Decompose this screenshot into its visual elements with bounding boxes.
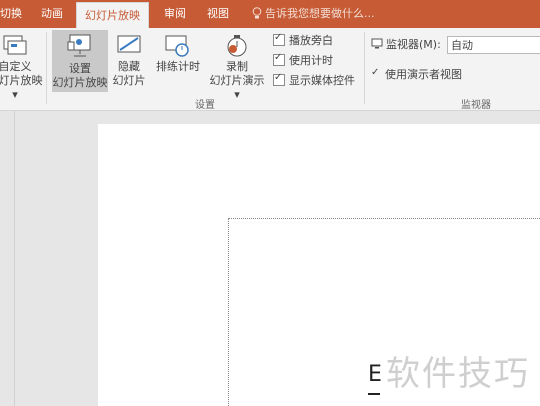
monitor-select[interactable]: 自动 bbox=[447, 36, 540, 54]
rehearse-timings-button[interactable]: 排练计时 bbox=[153, 32, 203, 74]
use-timings-checkbox[interactable]: 使用计时 bbox=[273, 52, 333, 68]
custom-slideshow-label2: 幻灯片放映 ▾ bbox=[0, 74, 43, 101]
tab-view[interactable]: 视图 bbox=[207, 0, 229, 28]
presenter-view-checkbox[interactable]: 使用演示者视图 bbox=[371, 66, 462, 82]
record-slideshow-button[interactable]: 录制 幻灯片演示 ▾ bbox=[205, 32, 269, 102]
checkbox-checked-icon bbox=[273, 52, 285, 66]
tell-me-search[interactable]: 告诉我您想要做什么... bbox=[252, 0, 375, 28]
tell-me-text: 告诉我您想要做什么... bbox=[265, 7, 375, 20]
group-label-monitors: 监视器 bbox=[461, 100, 491, 111]
record-icon bbox=[227, 35, 247, 57]
checkbox-checked-icon bbox=[273, 72, 285, 86]
tab-slideshow[interactable]: 幻灯片放映 bbox=[76, 2, 149, 30]
tab-animations[interactable]: 动画 bbox=[41, 0, 63, 28]
hide-slide-label2: 幻灯片 bbox=[112, 74, 146, 87]
group-divider bbox=[46, 32, 47, 104]
presenter-view-label: 使用演示者视图 bbox=[385, 68, 462, 81]
tab-review[interactable]: 审阅 bbox=[164, 0, 186, 28]
hide-slide-button[interactable]: 隐藏 幻灯片 bbox=[110, 32, 148, 88]
monitor-icon bbox=[371, 38, 383, 49]
hide-slide-label1: 隐藏 bbox=[118, 60, 140, 73]
use-timings-label: 使用计时 bbox=[289, 54, 333, 67]
monitor-label: 监视器(M): bbox=[371, 36, 441, 52]
checkbox-checked-icon bbox=[371, 67, 381, 80]
ribbon-tab-bar: 切换 动画 幻灯片放映 审阅 视图 告诉我您想要做什么... bbox=[0, 0, 540, 30]
setup-slideshow-button[interactable]: 设置 幻灯片放映 bbox=[52, 30, 108, 92]
checkbox-checked-icon bbox=[273, 32, 285, 46]
rehearse-timings-icon bbox=[165, 35, 189, 57]
play-narration-checkbox[interactable]: 播放旁白 bbox=[273, 32, 333, 48]
tab-transitions[interactable]: 切换 bbox=[0, 0, 22, 28]
monitor-label-text: 监视器(M): bbox=[386, 38, 441, 51]
thumbnail-pane[interactable] bbox=[0, 111, 15, 406]
setup-slideshow-label1: 设置 bbox=[69, 62, 91, 75]
group-divider bbox=[364, 32, 365, 104]
custom-slideshow-label1: 自定义 bbox=[0, 60, 32, 73]
slide-typed-text: E bbox=[368, 362, 382, 387]
custom-slideshow-icon bbox=[3, 35, 27, 55]
lightbulb-icon bbox=[252, 7, 262, 19]
play-narration-label: 播放旁白 bbox=[289, 34, 333, 47]
hide-slide-icon bbox=[117, 35, 141, 53]
rehearse-timings-label: 排练计时 bbox=[156, 60, 200, 73]
watermark-text: 软件技巧 bbox=[386, 354, 530, 394]
custom-slideshow-button[interactable]: 自定义 幻灯片放映 ▾ bbox=[0, 32, 44, 102]
record-label2: 幻灯片演示 ▾ bbox=[209, 74, 265, 101]
show-media-controls-checkbox[interactable]: 显示媒体控件 bbox=[273, 72, 355, 88]
setup-slideshow-icon bbox=[67, 34, 91, 57]
setup-slideshow-label2: 幻灯片放映 bbox=[52, 76, 108, 89]
show-media-controls-label: 显示媒体控件 bbox=[289, 74, 355, 87]
ribbon: 自定义 幻灯片放映 ▾ 设置 幻灯片放映 隐藏 幻灯片 排练计时 bbox=[0, 28, 540, 111]
record-label1: 录制 bbox=[226, 60, 248, 73]
group-label-setup: 设置 bbox=[195, 100, 215, 111]
text-cursor-underline bbox=[368, 393, 380, 395]
